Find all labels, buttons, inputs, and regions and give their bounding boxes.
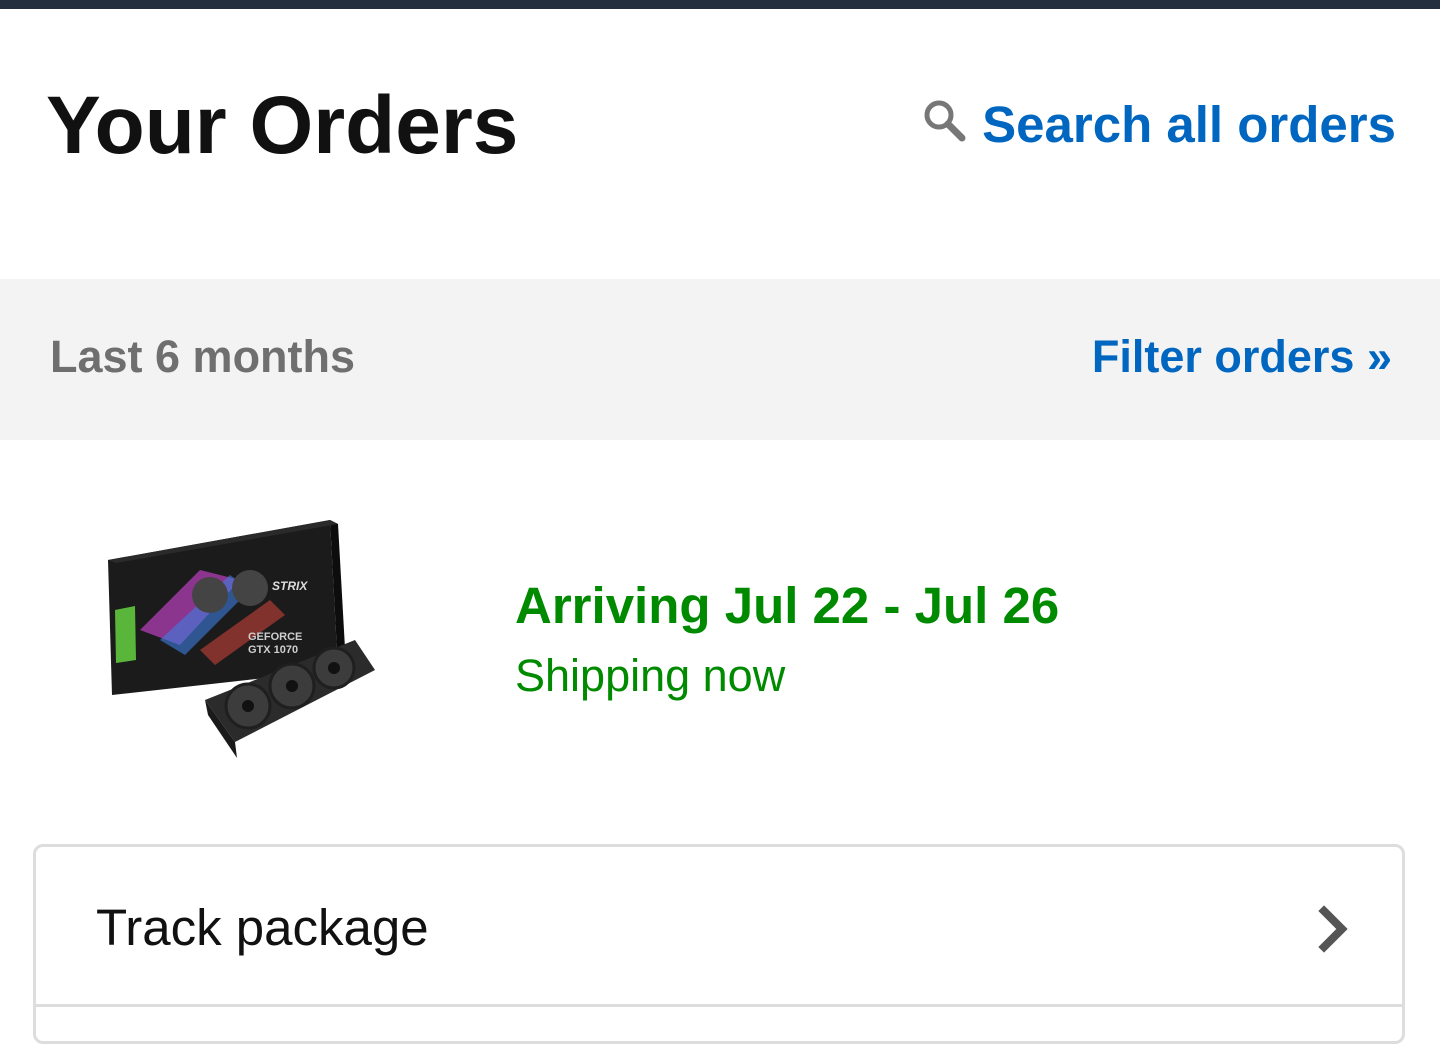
filter-orders-link[interactable]: Filter orders » [1092, 329, 1392, 385]
delivery-date: Arriving Jul 22 - Jul 26 [515, 577, 1060, 634]
search-all-orders-link[interactable]: Search all orders [920, 93, 1396, 157]
product-series-text: GEFORCE [248, 631, 302, 643]
orders-header: Your Orders Search all orders [0, 9, 1440, 279]
product-brand-text: STRIX [272, 579, 308, 593]
page-title: Your Orders [46, 80, 519, 171]
product-model-text: GTX 1070 [248, 644, 298, 656]
search-all-orders-label: Search all orders [982, 96, 1396, 153]
top-bar [0, 0, 1440, 9]
order-actions: Track package [33, 844, 1405, 1044]
filter-bar: Last 6 months Filter orders » [0, 279, 1440, 440]
chevron-right-icon [1318, 905, 1348, 953]
graphics-card-box-image[interactable]: STRIX GEFORCE GTX 1070 [100, 520, 385, 760]
track-package-label: Track package [96, 899, 429, 956]
search-icon [924, 100, 966, 142]
shipping-status: Shipping now [515, 650, 786, 701]
track-package-button[interactable]: Track package [36, 847, 1402, 1007]
time-period-label: Last 6 months [50, 331, 356, 382]
order-item[interactable]: STRIX GEFORCE GTX 1070 Arriving Jul 22 -… [0, 440, 1440, 840]
